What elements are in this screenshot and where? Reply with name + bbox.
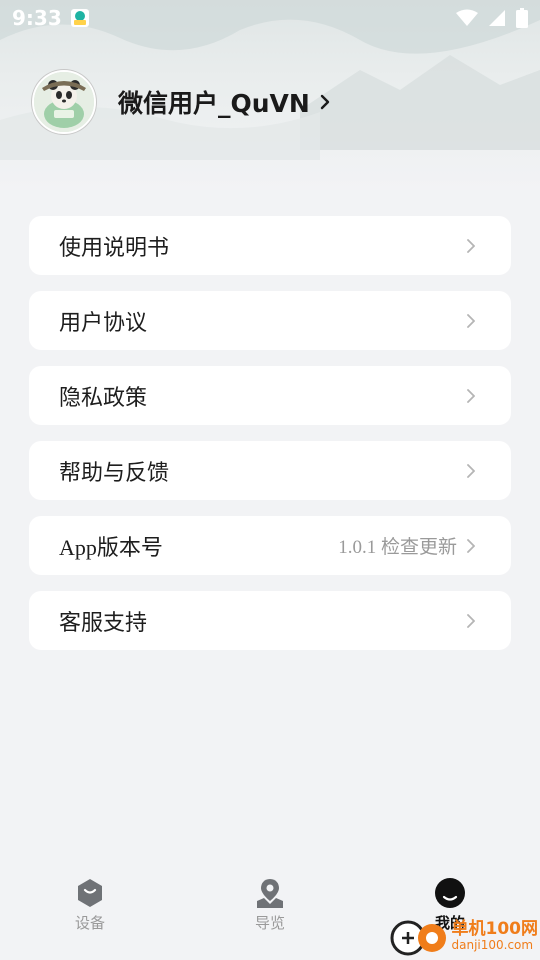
settings-menu: 使用说明书 用户协议 隐私政策 帮助与反馈 App版本号 1.0.1 检查更新 … [29, 216, 511, 666]
menu-item-user-manual[interactable]: 使用说明书 [29, 216, 511, 275]
chevron-right-icon [467, 538, 475, 553]
battery-icon [516, 8, 528, 28]
menu-item-label: 使用说明书 [59, 234, 170, 260]
watermark-en: danji100.com [451, 938, 534, 952]
menu-item-label: 帮助与反馈 [59, 459, 170, 485]
device-hexagon-icon [78, 879, 102, 907]
menu-item-label: 隐私政策 [59, 384, 148, 410]
watermark-cn: 单机100网 [451, 919, 539, 939]
tab-guide[interactable]: 导览 [180, 860, 360, 960]
username-link[interactable]: 微信用户_QuVN [118, 84, 330, 120]
chevron-right-icon [320, 94, 330, 110]
chevron-right-icon [467, 613, 475, 628]
version-check-update[interactable]: 1.0.1 检查更新 [338, 532, 457, 559]
chevron-right-icon [467, 313, 475, 328]
menu-item-label: 客服支持 [59, 609, 148, 635]
menu-item-help-feedback[interactable]: 帮助与反馈 [29, 441, 511, 500]
tab-device[interactable]: 设备 [0, 860, 180, 960]
menu-item-privacy-policy[interactable]: 隐私政策 [29, 366, 511, 425]
tab-label: 导览 [254, 914, 285, 932]
menu-item-customer-support[interactable]: 客服支持 [29, 591, 511, 650]
chevron-right-icon [467, 388, 475, 403]
status-time: 9:33 [12, 6, 62, 30]
profile-header[interactable]: 微信用户_QuVN [32, 70, 330, 134]
avatar[interactable] [32, 70, 96, 134]
panda-avatar-icon [34, 72, 94, 132]
username: 微信用户_QuVN [118, 89, 310, 118]
cell-signal-icon [489, 10, 505, 26]
wifi-icon [456, 9, 478, 26]
watermark-logo-icon [390, 920, 446, 956]
tab-label: 设备 [74, 914, 105, 932]
chevron-right-icon [467, 463, 475, 478]
status-bar: 9:33 [0, 0, 540, 36]
menu-item-label: App版本号 [59, 534, 163, 560]
site-watermark: 单机100网 danji100.com [390, 914, 539, 958]
menu-item-app-version[interactable]: App版本号 1.0.1 检查更新 [29, 516, 511, 575]
app-notification-icon [70, 9, 89, 27]
profile-face-icon [435, 878, 465, 908]
map-pin-icon [257, 879, 283, 908]
menu-item-label: 用户协议 [59, 309, 148, 335]
menu-item-user-agreement[interactable]: 用户协议 [29, 291, 511, 350]
chevron-right-icon [467, 238, 475, 253]
